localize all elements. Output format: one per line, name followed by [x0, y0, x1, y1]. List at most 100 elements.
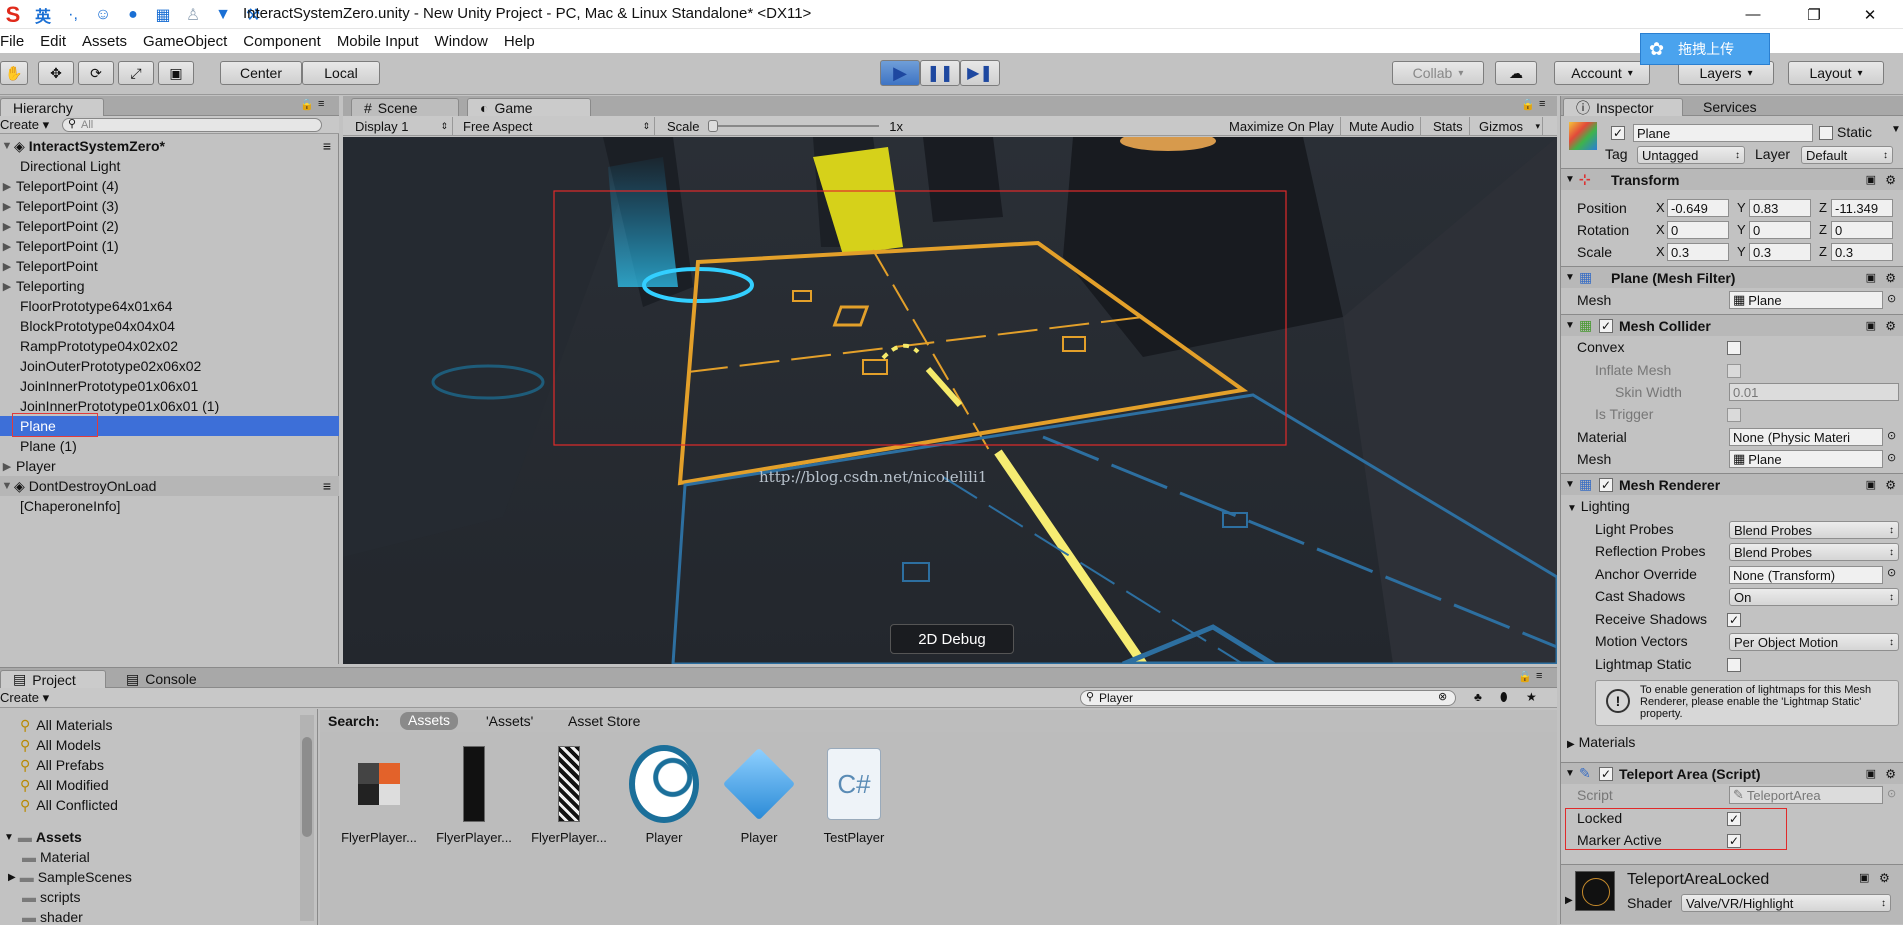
- teleport-area-header[interactable]: ▼ ✎ ✓ Teleport Area (Script) ▣ ⚙: [1561, 762, 1903, 784]
- folder-item[interactable]: ▶ ▬ SampleScenes: [8, 867, 132, 887]
- keyboard-icon[interactable]: ▦: [152, 5, 174, 25]
- filter-type-icon[interactable]: ♣: [1474, 690, 1482, 704]
- list-item[interactable]: ▶ Player: [0, 456, 339, 476]
- hierarchy-search-input[interactable]: All: [62, 118, 322, 132]
- microphone-icon[interactable]: ●: [122, 5, 144, 25]
- folder-item[interactable]: ▬ Material: [22, 847, 90, 867]
- list-item[interactable]: ▶ TeleportPoint: [0, 256, 339, 276]
- step-button[interactable]: ▶❚: [960, 60, 1000, 86]
- user-icon[interactable]: ♙: [182, 5, 204, 25]
- maximize-on-play-toggle[interactable]: Maximize On Play: [1223, 117, 1341, 135]
- game-view[interactable]: http://blog.csdn.net/nicolelili1 2D Debu…: [343, 137, 1557, 664]
- menu-window[interactable]: Window: [427, 33, 496, 50]
- list-item[interactable]: JoinOuterPrototype02x06x02: [0, 356, 339, 376]
- favorite-star-icon[interactable]: ★: [1526, 690, 1537, 704]
- mesh-renderer-header[interactable]: ▼ ▦ ✓ Mesh Renderer ▣ ⚙: [1561, 473, 1903, 495]
- upload-widget[interactable]: ✿ 拖拽上传: [1640, 33, 1770, 65]
- expand-arrow-icon[interactable]: ▼: [0, 140, 14, 152]
- expand-arrow-icon[interactable]: ▶: [1565, 895, 1573, 906]
- rotation-y-field[interactable]: 0: [1749, 221, 1811, 239]
- lock-icon[interactable]: 🔒: [1521, 98, 1535, 111]
- favorite-item[interactable]: ⚲ All Models: [20, 735, 101, 755]
- expand-arrow-icon[interactable]: ▶: [0, 200, 14, 213]
- menu-help[interactable]: Help: [496, 33, 543, 50]
- scene-root-row[interactable]: ▼ ◈ InteractSystemZero* ≡: [0, 136, 339, 156]
- list-item[interactable]: ▶ TeleportPoint (3): [0, 196, 339, 216]
- list-item[interactable]: ▶ TeleportPoint (2): [0, 216, 339, 236]
- convex-checkbox[interactable]: [1727, 341, 1741, 355]
- display-dropdown[interactable]: Display 1 ⇕: [349, 117, 453, 135]
- mesh-field[interactable]: ▦ Plane: [1729, 291, 1883, 309]
- locked-checkbox[interactable]: ✓: [1727, 812, 1741, 826]
- cloud-icon[interactable]: ☁: [1495, 61, 1537, 85]
- expand-arrow-icon[interactable]: ▼: [0, 480, 14, 492]
- reflection-probes-dropdown[interactable]: Blend Probes: [1729, 543, 1899, 561]
- tab-services[interactable]: Services: [1703, 99, 1757, 115]
- aspect-dropdown[interactable]: Free Aspect ⇕: [457, 117, 655, 135]
- help-icon[interactable]: ▣: [1866, 271, 1876, 284]
- lightmap-static-checkbox[interactable]: [1727, 658, 1741, 672]
- anchor-override-field[interactable]: None (Transform): [1729, 566, 1883, 584]
- lock-icon[interactable]: 🔒: [1518, 670, 1532, 683]
- shader-dropdown[interactable]: Valve/VR/Highlight: [1681, 894, 1891, 912]
- scene-menu-icon[interactable]: ≡: [323, 478, 331, 494]
- collapse-arrow-icon[interactable]: ▼: [1561, 174, 1579, 185]
- move-tool-icon[interactable]: ✥: [38, 61, 74, 85]
- help-icon[interactable]: ▣: [1866, 173, 1876, 186]
- tab-hierarchy[interactable]: Hierarchy: [0, 98, 104, 116]
- scene-menu-icon[interactable]: ≡: [323, 138, 331, 154]
- collider-mesh-field[interactable]: ▦ Plane: [1729, 450, 1883, 468]
- menu-gameobject[interactable]: GameObject: [135, 33, 235, 50]
- emoji-icon[interactable]: ☺: [92, 5, 114, 25]
- favorite-item[interactable]: ⚲ All Materials: [20, 715, 113, 735]
- object-name-field[interactable]: Plane: [1633, 124, 1813, 142]
- motion-vectors-dropdown[interactable]: Per Object Motion: [1729, 633, 1899, 651]
- gizmos-dropdown[interactable]: Gizmos ▾: [1473, 117, 1543, 135]
- physic-material-field[interactable]: None (Physic Materi: [1729, 428, 1883, 446]
- lock-icon[interactable]: 🔒: [300, 98, 314, 111]
- expand-arrow-icon[interactable]: ▶: [0, 260, 14, 273]
- clear-search-icon[interactable]: ⊗: [1438, 690, 1447, 703]
- ime-logo[interactable]: S: [2, 2, 24, 27]
- enabled-checkbox[interactable]: ✓: [1599, 318, 1613, 333]
- object-picker-icon[interactable]: ⊙: [1887, 566, 1896, 579]
- mute-audio-toggle[interactable]: Mute Audio: [1343, 117, 1422, 135]
- collapse-arrow-icon[interactable]: ▼: [1561, 768, 1579, 779]
- help-icon[interactable]: ▣: [1859, 871, 1869, 884]
- 2d-debug-button[interactable]: 2D Debug: [890, 624, 1014, 654]
- rotation-x-field[interactable]: 0: [1667, 221, 1729, 239]
- project-search-input[interactable]: Player: [1080, 690, 1456, 706]
- scrollbar-thumb[interactable]: [302, 737, 312, 837]
- list-item[interactable]: Directional Light: [0, 156, 339, 176]
- gear-icon[interactable]: ⚙: [1885, 478, 1896, 492]
- active-checkbox[interactable]: ✓: [1611, 126, 1625, 140]
- collapse-arrow-icon[interactable]: ▼: [1561, 320, 1579, 331]
- panel-menu-icon[interactable]: ≡: [318, 98, 324, 110]
- expand-arrow-icon[interactable]: ▶: [0, 460, 14, 473]
- gear-icon[interactable]: ⚙: [1885, 319, 1896, 333]
- receive-shadows-checkbox[interactable]: ✓: [1727, 613, 1741, 627]
- gear-icon[interactable]: ⚙: [1885, 173, 1896, 187]
- tag-dropdown[interactable]: Untagged: [1637, 146, 1745, 164]
- scope-assets-button[interactable]: Assets: [400, 712, 459, 730]
- rect-tool-icon[interactable]: ▣: [158, 61, 194, 85]
- scope-folder-button[interactable]: 'Assets': [486, 713, 533, 729]
- rotate-tool-icon[interactable]: ⟳: [78, 61, 114, 85]
- tab-console[interactable]: ▤ Console: [114, 670, 222, 688]
- position-y-field[interactable]: 0.83: [1749, 199, 1811, 217]
- dontdestroy-root-row[interactable]: ▼ ◈ DontDestroyOnLoad ≡: [0, 476, 339, 496]
- mesh-filter-header[interactable]: ▼ ▦ Plane (Mesh Filter) ▣ ⚙: [1561, 266, 1903, 288]
- stats-toggle[interactable]: Stats: [1427, 117, 1470, 135]
- static-dropdown-icon[interactable]: ▼: [1891, 124, 1901, 135]
- menu-file[interactable]: File: [0, 33, 32, 50]
- list-item-selected[interactable]: Plane: [0, 413, 339, 437]
- slider-thumb[interactable]: [707, 120, 718, 132]
- asset-item[interactable]: C# TestPlayer: [810, 744, 898, 845]
- collapse-arrow-icon[interactable]: ▼: [1561, 272, 1579, 283]
- tab-game[interactable]: ◐ Game: [467, 98, 591, 116]
- menu-assets[interactable]: Assets: [74, 33, 135, 50]
- list-item[interactable]: ▶ TeleportPoint (1): [0, 236, 339, 256]
- scope-asset-store-button[interactable]: Asset Store: [568, 713, 640, 729]
- pivot-center-button[interactable]: Center: [220, 61, 302, 85]
- list-item[interactable]: ▶ Teleporting: [0, 276, 339, 296]
